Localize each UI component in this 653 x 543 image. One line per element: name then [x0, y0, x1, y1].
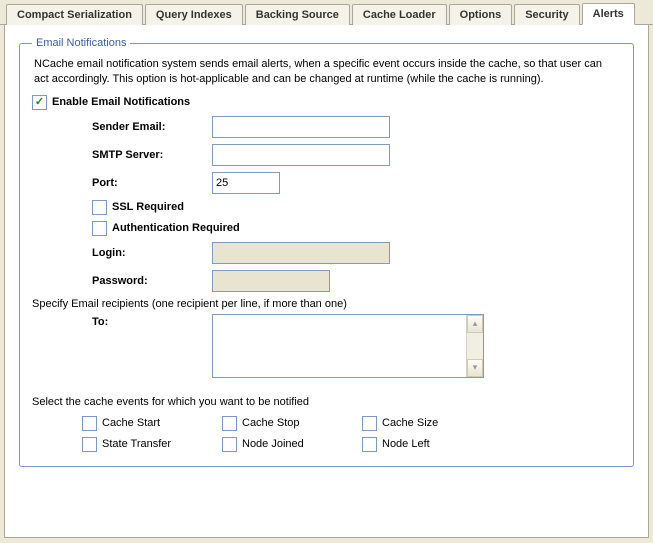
smtp-server-input[interactable]	[212, 144, 390, 166]
event-cache-start-label: Cache Start	[102, 417, 160, 429]
events-label: Select the cache events for which you wa…	[32, 396, 621, 408]
tab-compact-serialization[interactable]: Compact Serialization	[6, 4, 143, 25]
group-title: Email Notifications	[32, 37, 130, 49]
event-cache-stop-checkbox[interactable]	[222, 416, 237, 431]
event-node-left-label: Node Left	[382, 438, 430, 450]
port-label: Port:	[92, 177, 212, 189]
email-notifications-group: Email Notifications NCache email notific…	[19, 37, 634, 467]
event-cache-size-label: Cache Size	[382, 417, 438, 429]
scroll-up-icon[interactable]: ▴	[467, 315, 483, 333]
ssl-required-checkbox[interactable]	[92, 200, 107, 215]
scroll-down-icon[interactable]: ▾	[467, 359, 483, 377]
enable-email-checkbox[interactable]	[32, 95, 47, 110]
password-label: Password:	[92, 275, 212, 287]
event-node-joined-checkbox[interactable]	[222, 437, 237, 452]
event-cache-size-checkbox[interactable]	[362, 416, 377, 431]
auth-required-label: Authentication Required	[112, 222, 240, 234]
event-node-joined-label: Node Joined	[242, 438, 304, 450]
event-cache-stop-label: Cache Stop	[242, 417, 299, 429]
auth-required-checkbox[interactable]	[92, 221, 107, 236]
fields-block: Sender Email: SMTP Server: Port: SSL Req…	[92, 116, 621, 292]
page-content: Email Notifications NCache email notific…	[4, 25, 649, 538]
tab-cache-loader[interactable]: Cache Loader	[352, 4, 447, 25]
to-scrollbar[interactable]: ▴ ▾	[466, 315, 483, 377]
to-field-wrap: ▴ ▾	[212, 314, 484, 378]
login-label: Login:	[92, 247, 212, 259]
tab-query-indexes[interactable]: Query Indexes	[145, 4, 243, 25]
tab-alerts[interactable]: Alerts	[582, 3, 635, 25]
event-node-left-checkbox[interactable]	[362, 437, 377, 452]
ssl-required-label: SSL Required	[112, 201, 184, 213]
enable-row: Enable Email Notifications	[32, 95, 621, 110]
login-input	[212, 242, 390, 264]
event-state-transfer-label: State Transfer	[102, 438, 171, 450]
to-textarea[interactable]	[213, 315, 466, 377]
sender-email-label: Sender Email:	[92, 121, 212, 133]
recipients-label: Specify Email recipients (one recipient …	[32, 298, 621, 310]
password-input	[212, 270, 330, 292]
tab-options[interactable]: Options	[449, 4, 513, 25]
event-state-transfer-checkbox[interactable]	[82, 437, 97, 452]
events-grid: Cache Start Cache Stop Cache Size State …	[82, 416, 621, 452]
to-label: To:	[92, 314, 212, 328]
smtp-server-label: SMTP Server:	[92, 149, 212, 161]
event-cache-start-checkbox[interactable]	[82, 416, 97, 431]
tab-security[interactable]: Security	[514, 4, 579, 25]
tab-backing-source[interactable]: Backing Source	[245, 4, 350, 25]
description-text: NCache email notification system sends e…	[34, 57, 619, 87]
tab-bar: Compact Serialization Query Indexes Back…	[0, 0, 653, 25]
sender-email-input[interactable]	[212, 116, 390, 138]
port-input[interactable]	[212, 172, 280, 194]
enable-email-label: Enable Email Notifications	[52, 96, 190, 108]
